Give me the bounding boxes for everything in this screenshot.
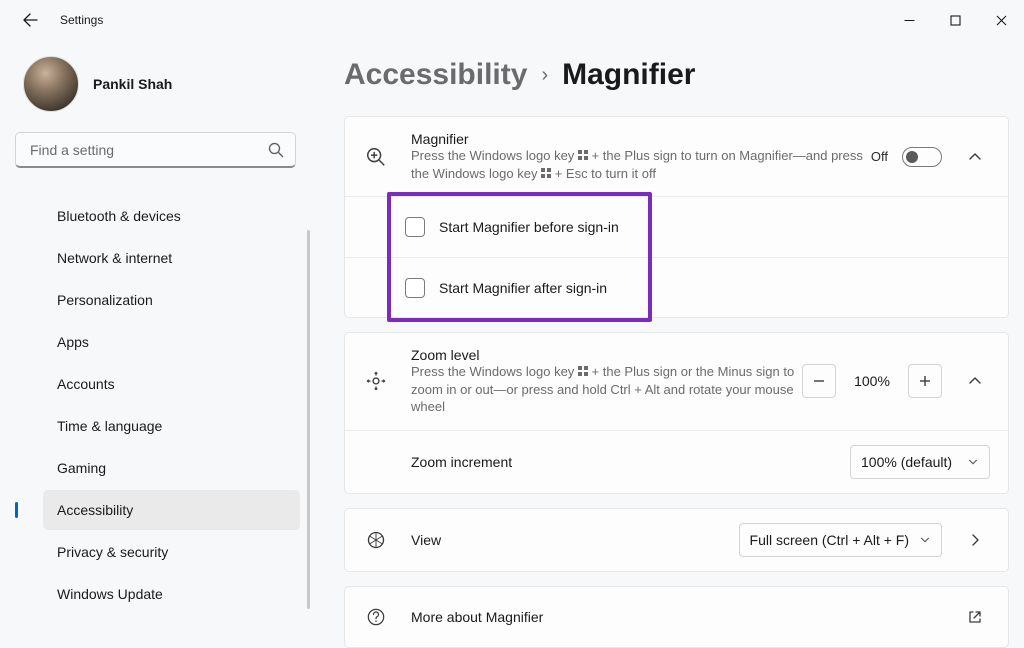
minus-icon bbox=[813, 375, 825, 387]
zoom-increment-dropdown[interactable]: 100% (default) bbox=[850, 445, 990, 479]
check-before-label: Start Magnifier before sign-in bbox=[439, 219, 619, 235]
nav-item-accessibility[interactable]: Accessibility bbox=[43, 490, 300, 530]
view-dropdown[interactable]: Full screen (Ctrl + Alt + F) bbox=[739, 523, 942, 557]
more-card: More about Magnifier bbox=[344, 586, 1009, 648]
check-before-signin[interactable] bbox=[405, 217, 425, 237]
chevron-up-icon bbox=[968, 374, 982, 388]
zoom-increase-button[interactable] bbox=[908, 364, 942, 398]
windows-key-icon bbox=[541, 168, 551, 178]
magnifier-icon bbox=[363, 144, 389, 170]
magnifier-toggle[interactable] bbox=[902, 147, 942, 167]
view-row[interactable]: View Full screen (Ctrl + Alt + F) bbox=[345, 509, 1008, 571]
signin-highlight: Start Magnifier before sign-in Start Mag… bbox=[345, 196, 1008, 317]
zoom-increment-label: Zoom increment bbox=[411, 454, 850, 470]
magnifier-card: Magnifier Press the Windows logo key + t… bbox=[344, 116, 1009, 318]
maximize-button[interactable] bbox=[932, 4, 978, 36]
main-content: Accessibility › Magnifier Magnifier Pres… bbox=[310, 40, 1024, 619]
magnifier-collapse-button[interactable] bbox=[960, 142, 990, 172]
titlebar: Settings bbox=[0, 0, 1024, 40]
view-icon bbox=[363, 527, 389, 553]
view-expand-button[interactable] bbox=[960, 525, 990, 555]
nav-item-apps[interactable]: Apps bbox=[43, 322, 300, 362]
view-label: View bbox=[411, 532, 739, 548]
magnifier-toggle-label: Off bbox=[871, 149, 888, 164]
sidebar-scrollbar[interactable] bbox=[307, 230, 310, 609]
nav-item-personalization[interactable]: Personalization bbox=[43, 280, 300, 320]
arrow-left-icon bbox=[22, 12, 38, 28]
app-title: Settings bbox=[60, 13, 103, 27]
search-input[interactable] bbox=[15, 132, 296, 168]
chevron-up-icon bbox=[968, 150, 982, 164]
help-icon bbox=[363, 604, 389, 630]
chevron-right-icon bbox=[968, 533, 982, 547]
zoom-increment-value: 100% (default) bbox=[861, 454, 952, 470]
check-after-signin-row: Start Magnifier after sign-in bbox=[345, 257, 1008, 317]
check-after-signin[interactable] bbox=[405, 278, 425, 298]
plus-icon bbox=[919, 375, 931, 387]
chevron-down-icon bbox=[919, 534, 931, 546]
nav-item-bluetooth[interactable]: Bluetooth & devices bbox=[43, 196, 300, 236]
view-card: View Full screen (Ctrl + Alt + F) bbox=[344, 508, 1009, 572]
windows-key-icon bbox=[578, 150, 588, 160]
minimize-button[interactable] bbox=[886, 4, 932, 36]
back-button[interactable] bbox=[20, 10, 40, 30]
open-external-icon bbox=[967, 609, 983, 625]
minimize-icon bbox=[904, 15, 915, 26]
search-icon bbox=[268, 142, 284, 158]
nav-item-gaming[interactable]: Gaming bbox=[43, 448, 300, 488]
open-external-button[interactable] bbox=[960, 602, 990, 632]
sidebar: Pankil Shah Bluetooth & devices Network … bbox=[0, 40, 310, 619]
nav-item-network[interactable]: Network & internet bbox=[43, 238, 300, 278]
more-label: More about Magnifier bbox=[411, 609, 960, 625]
avatar bbox=[23, 56, 79, 112]
profile-name: Pankil Shah bbox=[93, 76, 172, 92]
zoom-desc: Press the Windows logo key + the Plus si… bbox=[411, 363, 802, 416]
check-before-signin-row: Start Magnifier before sign-in bbox=[345, 197, 1008, 257]
chevron-right-icon: › bbox=[541, 64, 548, 87]
more-row[interactable]: More about Magnifier bbox=[345, 587, 1008, 647]
zoom-value: 100% bbox=[844, 373, 900, 389]
magnifier-title: Magnifier bbox=[411, 131, 871, 147]
close-button[interactable] bbox=[978, 4, 1024, 36]
magnifier-desc: Press the Windows logo key + the Plus si… bbox=[411, 147, 871, 182]
windows-key-icon bbox=[578, 366, 588, 376]
nav-item-windows-update[interactable]: Windows Update bbox=[43, 574, 300, 614]
view-value: Full screen (Ctrl + Alt + F) bbox=[750, 532, 909, 548]
nav: Bluetooth & devices Network & internet P… bbox=[15, 196, 300, 614]
zoom-increment-row: Zoom increment 100% (default) bbox=[345, 430, 1008, 493]
maximize-icon bbox=[950, 15, 961, 26]
nav-item-time-language[interactable]: Time & language bbox=[43, 406, 300, 446]
nav-item-accounts[interactable]: Accounts bbox=[43, 364, 300, 404]
breadcrumb: Accessibility › Magnifier bbox=[344, 58, 1009, 92]
zoom-decrease-button[interactable] bbox=[802, 364, 836, 398]
profile-block[interactable]: Pankil Shah bbox=[15, 48, 300, 132]
zoom-level-row: Zoom level Press the Windows logo key + … bbox=[345, 333, 1008, 430]
chevron-down-icon bbox=[967, 456, 979, 468]
zoom-title: Zoom level bbox=[411, 347, 802, 363]
breadcrumb-parent[interactable]: Accessibility bbox=[344, 58, 527, 92]
close-icon bbox=[996, 15, 1007, 26]
zoom-level-icon bbox=[363, 368, 389, 394]
breadcrumb-leaf: Magnifier bbox=[562, 58, 695, 92]
nav-item-privacy[interactable]: Privacy & security bbox=[43, 532, 300, 572]
magnifier-header-row: Magnifier Press the Windows logo key + t… bbox=[345, 117, 1008, 196]
zoom-collapse-button[interactable] bbox=[960, 366, 990, 396]
check-after-label: Start Magnifier after sign-in bbox=[439, 280, 607, 296]
zoom-card: Zoom level Press the Windows logo key + … bbox=[344, 332, 1009, 494]
